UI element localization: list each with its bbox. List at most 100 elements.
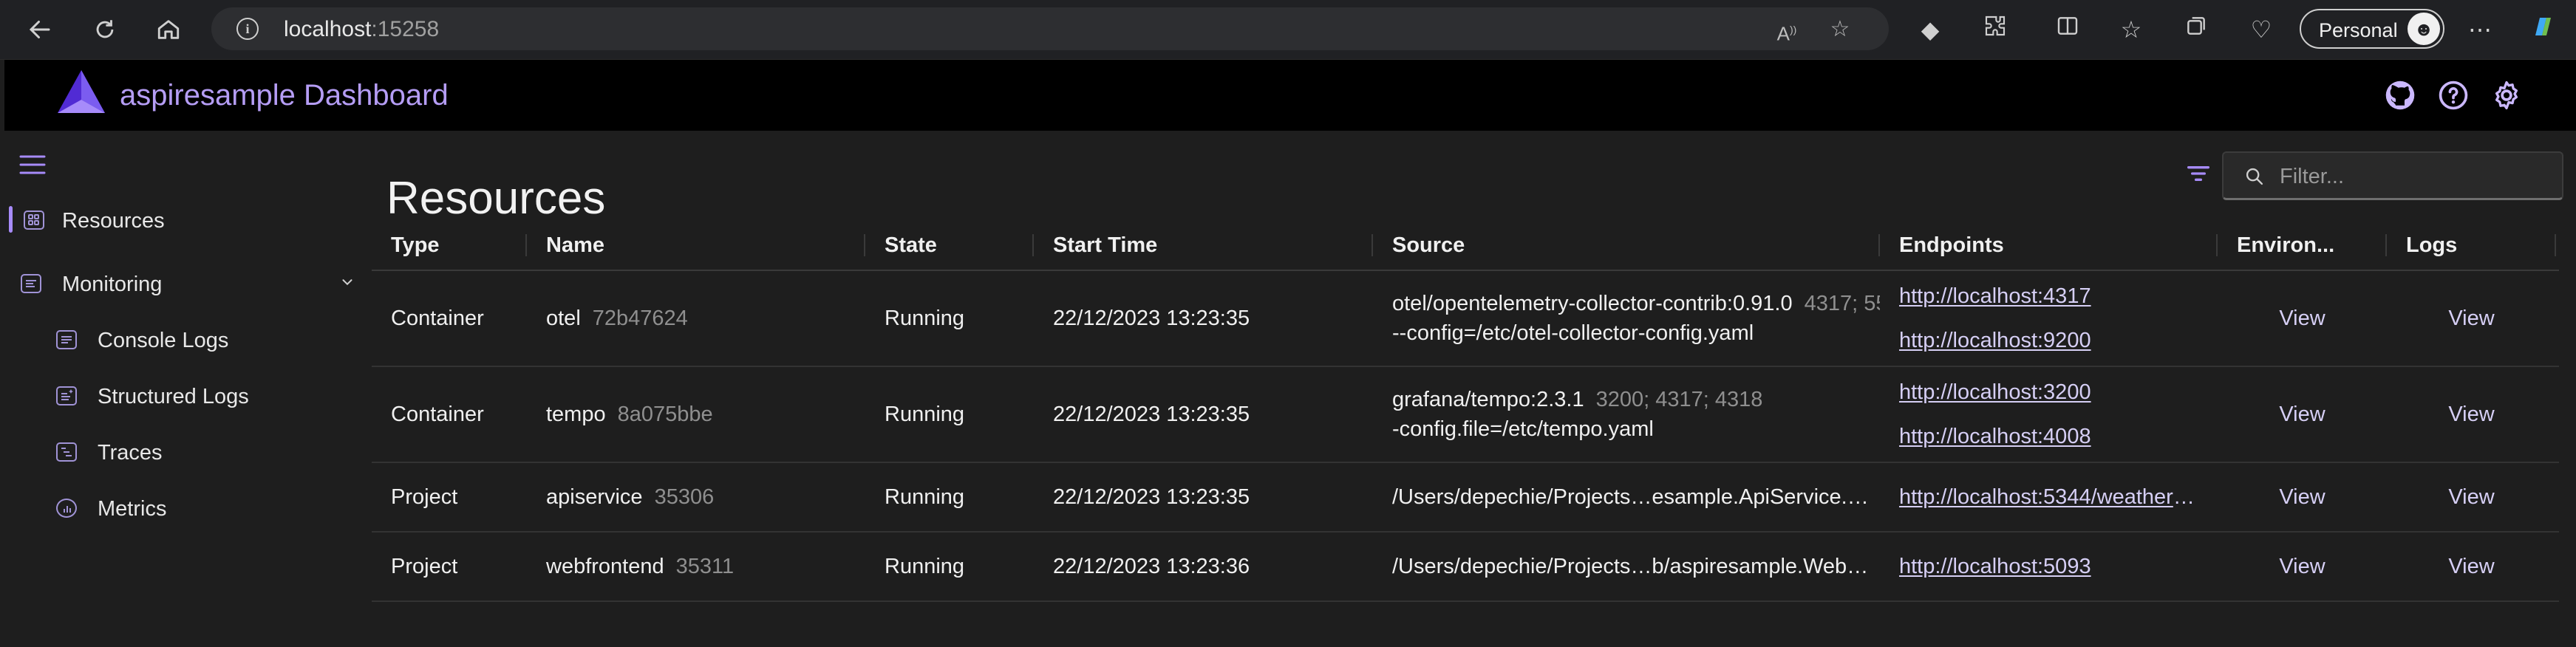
view-logs-link[interactable]: View [2448, 403, 2494, 427]
cell-name: otel 72b47624 [527, 271, 865, 366]
main-content: Resources Type Name State Start Time Sou… [372, 131, 2576, 647]
source-ports: 3200; 4317; 4318 [1595, 388, 1763, 411]
column-header-type[interactable]: Type [372, 221, 527, 270]
column-header-name[interactable]: Name [527, 221, 865, 270]
cell-type: Project [391, 554, 458, 578]
help-icon[interactable] [2436, 78, 2471, 113]
settings-gear-icon[interactable] [2489, 78, 2524, 113]
view-logs-link[interactable]: View [2448, 555, 2494, 579]
sidebar-item-label: Console Logs [98, 329, 229, 352]
cell-environment: View [2218, 271, 2387, 366]
collections-icon[interactable] [2180, 13, 2212, 46]
source-path: /Users/depechie/Projects…b/aspiresample.… [1392, 554, 1873, 578]
cell-name: tempo 8a075bbe [527, 367, 865, 462]
column-header-state[interactable]: State [865, 221, 1034, 270]
menu-hamburger-icon[interactable] [19, 153, 46, 180]
browser-toolbar: i localhost:15258 A)) ☆ ◆ ☆ ♡ Personal ☻… [0, 0, 2576, 60]
url-port: :15258 [371, 17, 440, 41]
sidebar-item-monitoring[interactable]: Monitoring [4, 261, 372, 305]
endpoint-link[interactable]: http://localhost:4008 [1899, 414, 2091, 459]
column-header-start-time[interactable]: Start Time [1034, 221, 1373, 270]
cell-source: /Users/depechie/Projects…b/aspiresample.… [1373, 533, 1880, 600]
filter-field[interactable] [2222, 151, 2563, 200]
column-header-source[interactable]: Source [1373, 221, 1880, 270]
extensions-puzzle-icon[interactable] [1979, 13, 2011, 46]
browser-essentials-heart-icon[interactable]: ♡ [2245, 13, 2277, 46]
filter-funnel-icon[interactable] [2184, 159, 2213, 192]
copilot-icon[interactable] [2526, 13, 2558, 46]
more-options-icon[interactable]: ⋯ [2464, 13, 2496, 46]
sidebar: Resources Monitoring Console Logs Struct… [4, 131, 372, 647]
cell-state: Running [885, 485, 965, 509]
sidebar-item-traces[interactable]: Traces [4, 429, 372, 473]
resource-id: 35311 [675, 554, 735, 578]
cell-logs: View [2387, 271, 2556, 366]
home-icon[interactable] [149, 10, 188, 49]
resources-grid-icon [24, 210, 44, 230]
sidebar-item-metrics[interactable]: Metrics [4, 485, 372, 530]
sidebar-item-label: Monitoring [62, 273, 163, 296]
reload-icon[interactable] [86, 10, 124, 49]
resource-id: 8a075bbe [617, 402, 713, 426]
source-image: grafana/tempo:2.3.1 [1392, 388, 1584, 411]
sidebar-item-label: Resources [62, 209, 165, 233]
cell-logs: View [2387, 463, 2556, 531]
url-host: localhost [284, 17, 372, 41]
endpoint-link[interactable]: http://localhost:4317 [1899, 274, 2091, 318]
view-logs-link[interactable]: View [2448, 485, 2494, 510]
endpoint-link[interactable]: http://localhost:5344/weatherf… [1899, 485, 2195, 510]
site-info-icon[interactable]: i [236, 18, 259, 40]
cell-source: otel/opentelemetry-collector-contrib:0.9… [1373, 271, 1880, 366]
back-icon[interactable] [21, 10, 59, 49]
cell-endpoints: http://localhost:5093 [1880, 533, 2218, 600]
read-aloud-icon[interactable]: A)) [1772, 15, 1802, 45]
sidebar-item-label: Metrics [98, 497, 167, 521]
cell-start-time: 22/12/2023 13:23:35 [1053, 306, 1250, 330]
view-logs-link[interactable]: View [2448, 307, 2494, 331]
resource-name: otel [546, 306, 581, 330]
profile-button[interactable]: Personal ☻ [2300, 9, 2444, 49]
github-icon[interactable] [2382, 78, 2418, 113]
source-args: --config=/etc/otel-collector-config.yaml [1392, 321, 1754, 345]
active-indicator [9, 206, 13, 233]
extension-diamond-icon[interactable]: ◆ [1914, 13, 1946, 46]
view-environment-link[interactable]: View [2279, 555, 2325, 579]
view-environment-link[interactable]: View [2279, 403, 2325, 427]
sidebar-item-label: Structured Logs [98, 385, 249, 408]
endpoint-link[interactable]: http://localhost:5093 [1899, 555, 2091, 579]
table-row: Project webfrontend 35311 Running 22/12/2… [372, 533, 2559, 602]
console-logs-icon [56, 330, 77, 349]
favorite-star-icon[interactable]: ☆ [1825, 15, 1855, 44]
column-header-endpoints[interactable]: Endpoints [1880, 221, 2218, 270]
source-path: /Users/depechie/Projects…esample.ApiServ… [1392, 485, 1869, 509]
cell-endpoints: http://localhost:4317 http://localhost:9… [1880, 271, 2218, 366]
cell-type: Project [391, 485, 458, 509]
sidebar-item-label: Traces [98, 441, 163, 465]
sidebar-item-structured-logs[interactable]: Structured Logs [4, 373, 372, 417]
sidebar-item-resources[interactable]: Resources [4, 197, 372, 242]
favorites-icon[interactable]: ☆ [2115, 13, 2147, 46]
column-header-environment[interactable]: Environ... [2218, 221, 2387, 270]
sidebar-item-console-logs[interactable]: Console Logs [4, 317, 372, 361]
aspire-logo-icon [56, 69, 106, 118]
table-header-row: Type Name State Start Time Source Endpoi… [372, 221, 2559, 271]
chevron-down-icon[interactable] [339, 274, 355, 294]
app-title[interactable]: aspiresample Dashboard [120, 79, 449, 112]
resource-name: webfrontend [546, 554, 664, 578]
view-environment-link[interactable]: View [2279, 485, 2325, 510]
cell-state: Running [885, 306, 965, 330]
endpoint-link[interactable]: http://localhost:3200 [1899, 370, 2091, 414]
split-screen-icon[interactable] [2051, 13, 2084, 46]
resource-name: apiservice [546, 485, 643, 509]
endpoint-link[interactable]: http://localhost:9200 [1899, 318, 2091, 363]
address-bar[interactable]: i localhost:15258 A)) ☆ [211, 7, 1889, 50]
resource-id: 35306 [654, 485, 715, 509]
view-environment-link[interactable]: View [2279, 307, 2325, 331]
cell-endpoints: http://localhost:3200 http://localhost:4… [1880, 367, 2218, 462]
cell-source: /Users/depechie/Projects…esample.ApiServ… [1373, 463, 1880, 531]
cell-name: apiservice 35306 [527, 463, 865, 531]
column-header-logs[interactable]: Logs [2387, 221, 2556, 270]
profile-label: Personal [2319, 19, 2398, 41]
filter-input[interactable] [2278, 160, 2547, 193]
monitoring-icon [21, 274, 41, 293]
